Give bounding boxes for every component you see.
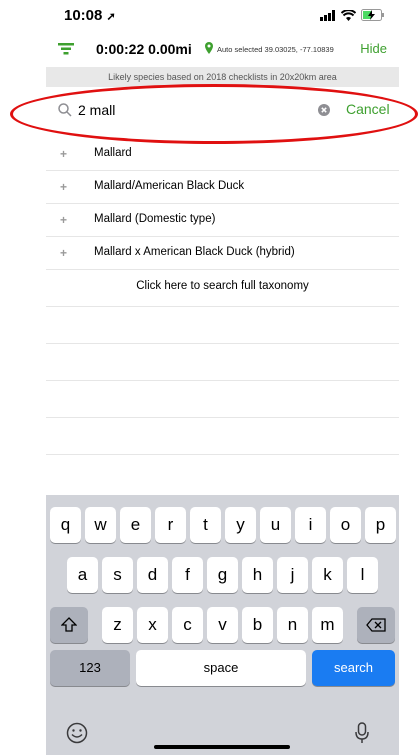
wifi-icon — [341, 9, 356, 21]
cancel-button[interactable]: Cancel — [346, 101, 390, 117]
species-name: Mallard — [94, 147, 132, 159]
shift-icon — [60, 617, 78, 632]
backspace-key[interactable] — [357, 607, 395, 643]
backspace-icon — [366, 618, 386, 632]
home-indicator[interactable] — [154, 745, 290, 749]
key-d[interactable]: d — [137, 557, 168, 593]
search-input[interactable] — [78, 99, 308, 121]
key-c[interactable]: c — [172, 607, 203, 643]
species-name: Mallard/American Black Duck — [94, 180, 245, 192]
list-item[interactable]: + Mallard — [46, 138, 399, 171]
key-j[interactable]: j — [277, 557, 308, 593]
key-r[interactable]: r — [155, 507, 186, 543]
key-e[interactable]: e — [120, 507, 151, 543]
search-bar: Cancel — [46, 91, 399, 129]
hide-button[interactable]: Hide — [360, 41, 387, 56]
key-b[interactable]: b — [242, 607, 273, 643]
keyboard: q w e r t y u i o p a s d f g h j k l z — [46, 495, 399, 755]
search-key[interactable]: search — [312, 650, 395, 686]
key-k[interactable]: k — [312, 557, 343, 593]
status-bar: 10:08 ➚ — [46, 0, 399, 32]
key-q[interactable]: q — [50, 507, 81, 543]
status-time: 10:08 ➚ — [64, 7, 116, 24]
species-name: Mallard (Domestic type) — [94, 213, 216, 225]
key-x[interactable]: x — [137, 607, 168, 643]
add-icon[interactable]: + — [60, 180, 67, 194]
key-v[interactable]: v — [207, 607, 238, 643]
key-s[interactable]: s — [102, 557, 133, 593]
empty-row — [46, 344, 399, 381]
keyboard-row-4: 123 space search — [46, 650, 399, 686]
key-f[interactable]: f — [172, 557, 203, 593]
add-icon[interactable]: + — [60, 246, 67, 260]
add-icon[interactable]: + — [60, 147, 67, 161]
numbers-key[interactable]: 123 — [50, 650, 130, 686]
results-list: + Mallard + Mallard/American Black Duck + M… — [46, 138, 399, 455]
empty-row — [46, 307, 399, 344]
species-banner: Likely species based on 2018 checklists … — [46, 67, 399, 87]
emoji-icon[interactable] — [66, 722, 88, 744]
key-n[interactable]: n — [277, 607, 308, 643]
key-m[interactable]: m — [312, 607, 343, 643]
list-item[interactable]: + Mallard x American Black Duck (hybrid) — [46, 237, 399, 270]
key-a[interactable]: a — [67, 557, 98, 593]
empty-row — [46, 381, 399, 418]
key-h[interactable]: h — [242, 557, 273, 593]
timer-distance: 0:00:22 0.00mi — [96, 41, 192, 57]
list-item[interactable]: + Mallard (Domestic type) — [46, 204, 399, 237]
key-t[interactable]: t — [190, 507, 221, 543]
add-icon[interactable]: + — [60, 213, 67, 227]
empty-row — [46, 418, 399, 455]
keyboard-row-3: z x c v b n m — [46, 607, 399, 643]
location-text: Auto selected 39.03025, -77.10839 — [217, 45, 334, 54]
species-name: Mallard x American Black Duck (hybrid) — [94, 246, 295, 258]
search-icon — [58, 103, 72, 117]
status-icons — [320, 9, 385, 21]
tracking-bar: 0:00:22 0.00mi Auto selected 39.03025, -… — [46, 35, 399, 65]
battery-charging-icon — [361, 9, 384, 21]
location-pin-icon — [205, 42, 213, 54]
shift-key[interactable] — [50, 607, 88, 643]
microphone-icon[interactable] — [355, 722, 369, 744]
filter-icon[interactable] — [58, 43, 74, 55]
key-u[interactable]: u — [260, 507, 291, 543]
keyboard-row-1: q w e r t y u i o p — [46, 507, 399, 543]
key-z[interactable]: z — [102, 607, 133, 643]
phone-screen: 10:08 ➚ 0:00:22 0.00mi Auto selected 39.… — [46, 0, 399, 755]
list-item[interactable]: + Mallard/American Black Duck — [46, 171, 399, 204]
clear-icon[interactable] — [318, 104, 330, 116]
key-p[interactable]: p — [365, 507, 396, 543]
key-y[interactable]: y — [225, 507, 256, 543]
key-w[interactable]: w — [85, 507, 116, 543]
keyboard-row-2: a s d f g h j k l — [46, 557, 399, 593]
key-l[interactable]: l — [347, 557, 378, 593]
search-full-taxonomy-link[interactable]: Click here to search full taxonomy — [46, 270, 399, 307]
key-i[interactable]: i — [295, 507, 326, 543]
space-key[interactable]: space — [136, 650, 306, 686]
key-o[interactable]: o — [330, 507, 361, 543]
key-g[interactable]: g — [207, 557, 238, 593]
signal-icon — [320, 9, 335, 21]
